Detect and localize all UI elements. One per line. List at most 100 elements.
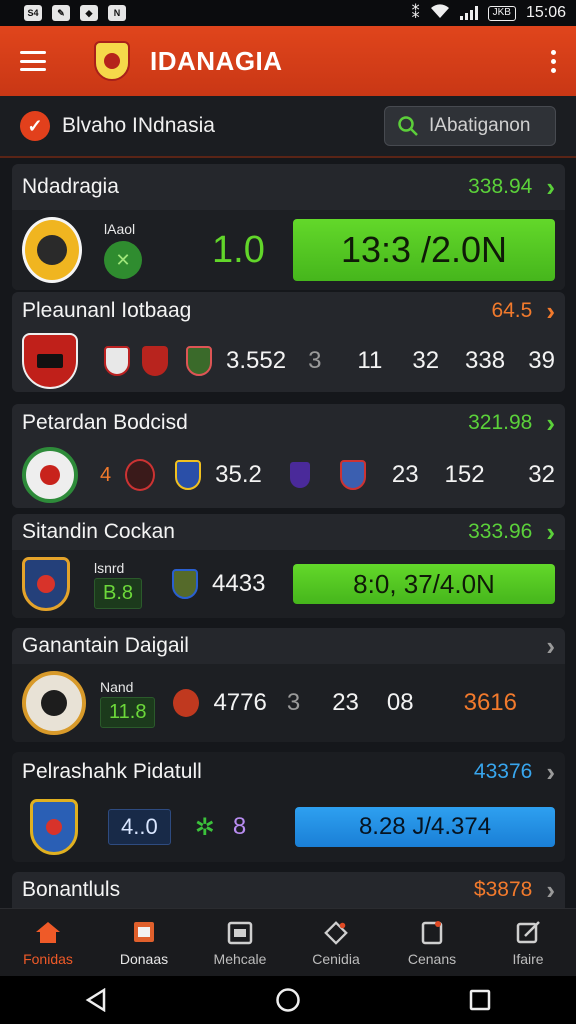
clipboard-icon xyxy=(419,919,445,945)
stat-value: 3 xyxy=(286,689,301,716)
notification-icons: S4 ✎ ◆ N xyxy=(24,5,126,21)
match-body: 4..0 ✲ 8 8.28 J/4.374 xyxy=(12,792,565,862)
home-circle-icon[interactable] xyxy=(266,978,310,1022)
team-tag: Nand xyxy=(100,678,134,695)
notification-icon-1: S4 xyxy=(24,5,42,21)
match-name: Sitandin Cockan xyxy=(22,520,175,543)
match-name: Ndadragia xyxy=(22,175,119,198)
stat-value: 8 xyxy=(232,813,247,840)
nav-label: Fonidas xyxy=(23,950,73,967)
stat-value: 3 xyxy=(308,347,322,374)
match-name: Ganantain Daigail xyxy=(22,634,189,657)
app-bar: IDANAGIA xyxy=(0,26,576,96)
match-body: 3.552 3 11 32 338 39 xyxy=(12,330,565,392)
team-badge-icon xyxy=(125,459,156,491)
chevron-right-icon[interactable]: › xyxy=(546,759,555,785)
chevron-right-icon[interactable]: › xyxy=(546,633,555,659)
team-shield-icon xyxy=(289,462,310,488)
nav-item-edit[interactable]: Ifaire xyxy=(480,909,576,976)
match-body: 4 35.2 23 152 32 xyxy=(12,442,565,508)
stat-value: 4433 xyxy=(212,570,266,597)
notification-icon-3: ◆ xyxy=(80,5,98,21)
match-body: lsnrd B.8 4433 8:0, 37/4.0N xyxy=(12,550,565,618)
box-icon xyxy=(131,919,157,945)
stat-value: 35.2 xyxy=(215,461,262,488)
match-header: Ndadragia 338.94 › xyxy=(12,164,565,210)
menu-icon[interactable] xyxy=(20,51,46,71)
match-card[interactable]: Petardan Bodcisd 321.98 › 4 35.2 23 152 … xyxy=(12,404,565,508)
bet-button[interactable]: 8:0, 37/4.0N xyxy=(293,564,555,604)
team-info: lsnrd B.8 xyxy=(94,559,143,609)
nav-label: Ifaire xyxy=(512,950,544,967)
match-body: lAaol ✕ 1.0 13:3 /2.0N xyxy=(12,210,565,290)
battery-icon: JKB xyxy=(487,5,516,21)
team-rating: 11.8 xyxy=(100,696,156,728)
team-badge-icon: ✲ xyxy=(194,813,215,841)
match-name: Petardan Bodcisd xyxy=(22,411,188,434)
stat-value: 32 xyxy=(412,347,440,374)
nav-item-tag[interactable]: Cenidia xyxy=(288,909,384,976)
stat-value: 4 xyxy=(100,463,112,486)
match-odds: 321.98 xyxy=(468,411,533,434)
tag-icon xyxy=(323,919,349,945)
match-odds: 64.5 xyxy=(491,299,533,322)
bottom-nav: Fonidas Donaas Mehcale Cenidia Cenans If… xyxy=(0,908,576,976)
match-card[interactable]: Pleaunanl Iotbaag 64.5 › 3.552 3 11 32 3… xyxy=(12,292,565,392)
signal-icon xyxy=(459,6,478,20)
nav-label: Cenans xyxy=(407,950,457,967)
back-icon[interactable] xyxy=(74,978,118,1022)
team-crest-icon xyxy=(22,333,78,389)
nav-item-calendar[interactable]: Mehcale xyxy=(192,909,288,976)
vibrate-icon: ⁑ xyxy=(411,5,420,22)
search-input[interactable] xyxy=(429,115,549,137)
chevron-right-icon[interactable]: › xyxy=(546,877,555,903)
chevron-right-icon[interactable]: › xyxy=(546,174,555,200)
edit-icon xyxy=(515,919,541,945)
recents-icon[interactable] xyxy=(458,978,502,1022)
team-tag: lsnrd xyxy=(94,559,125,576)
bet-button[interactable]: 13:3 /2.0N xyxy=(293,219,555,281)
nav-item-home[interactable]: Fonidas xyxy=(0,909,96,976)
team-crest-icon xyxy=(22,217,82,283)
team-badge-icon xyxy=(173,689,200,717)
match-card[interactable]: Pelrashahk Pidatull 43376 › 4..0 ✲ 8 8.2… xyxy=(12,752,565,862)
notification-icon-4: N xyxy=(108,5,126,21)
match-header: Bonantluls $3878 › xyxy=(12,872,565,908)
nav-item-box[interactable]: Donaas xyxy=(96,909,192,976)
chevron-right-icon[interactable]: › xyxy=(546,519,555,545)
team-shield-icon xyxy=(104,346,130,376)
team-crest-icon xyxy=(22,447,78,503)
match-card[interactable]: Bonantluls $3878 › xyxy=(12,872,565,908)
stat-value: 3.552 xyxy=(226,347,287,374)
match-score: 1.0 xyxy=(212,228,265,271)
wifi-icon xyxy=(430,3,450,24)
match-card[interactable]: Sitandin Cockan 333.96 › lsnrd B.8 4433 … xyxy=(12,514,565,618)
stat-value: 39 xyxy=(528,347,555,374)
chevron-right-icon[interactable]: › xyxy=(546,298,555,324)
match-odds: 338.94 xyxy=(468,175,533,198)
match-name: Pelrashahk Pidatull xyxy=(22,760,202,783)
team-rating: 4..0 xyxy=(108,809,171,845)
team-crest-icon xyxy=(30,799,78,855)
match-header: Pelrashahk Pidatull 43376 › xyxy=(12,752,565,792)
stat-value: 23 xyxy=(332,689,359,716)
more-options-icon[interactable] xyxy=(551,49,556,73)
app-title: IDANAGIA xyxy=(150,45,283,76)
team-shield-icon xyxy=(186,346,212,376)
check-icon[interactable]: ✓ xyxy=(20,111,50,141)
match-body: Nand 11.8 4776 3 23 08 3616 xyxy=(12,664,565,742)
bet-button[interactable]: 8.28 J/4.374 xyxy=(295,807,555,847)
team-shield-icon xyxy=(142,346,168,376)
nav-item-clipboard[interactable]: Cenans xyxy=(384,909,480,976)
stat-value: 32 xyxy=(528,461,555,488)
stat-value: 23 xyxy=(391,461,419,488)
notification-icon-2: ✎ xyxy=(52,5,70,21)
home-icon xyxy=(35,919,61,945)
chevron-right-icon[interactable]: › xyxy=(546,410,555,436)
match-card[interactable]: Ganantain Daigail › Nand 11.8 4776 3 23 … xyxy=(12,628,565,742)
match-odds: $3878 xyxy=(473,878,533,901)
nav-label: Mehcale xyxy=(213,950,267,967)
match-odds: 333.96 xyxy=(468,520,533,543)
search-box[interactable] xyxy=(384,106,556,146)
match-card[interactable]: Ndadragia 338.94 › lAaol ✕ 1.0 13:3 /2.0… xyxy=(12,164,565,290)
